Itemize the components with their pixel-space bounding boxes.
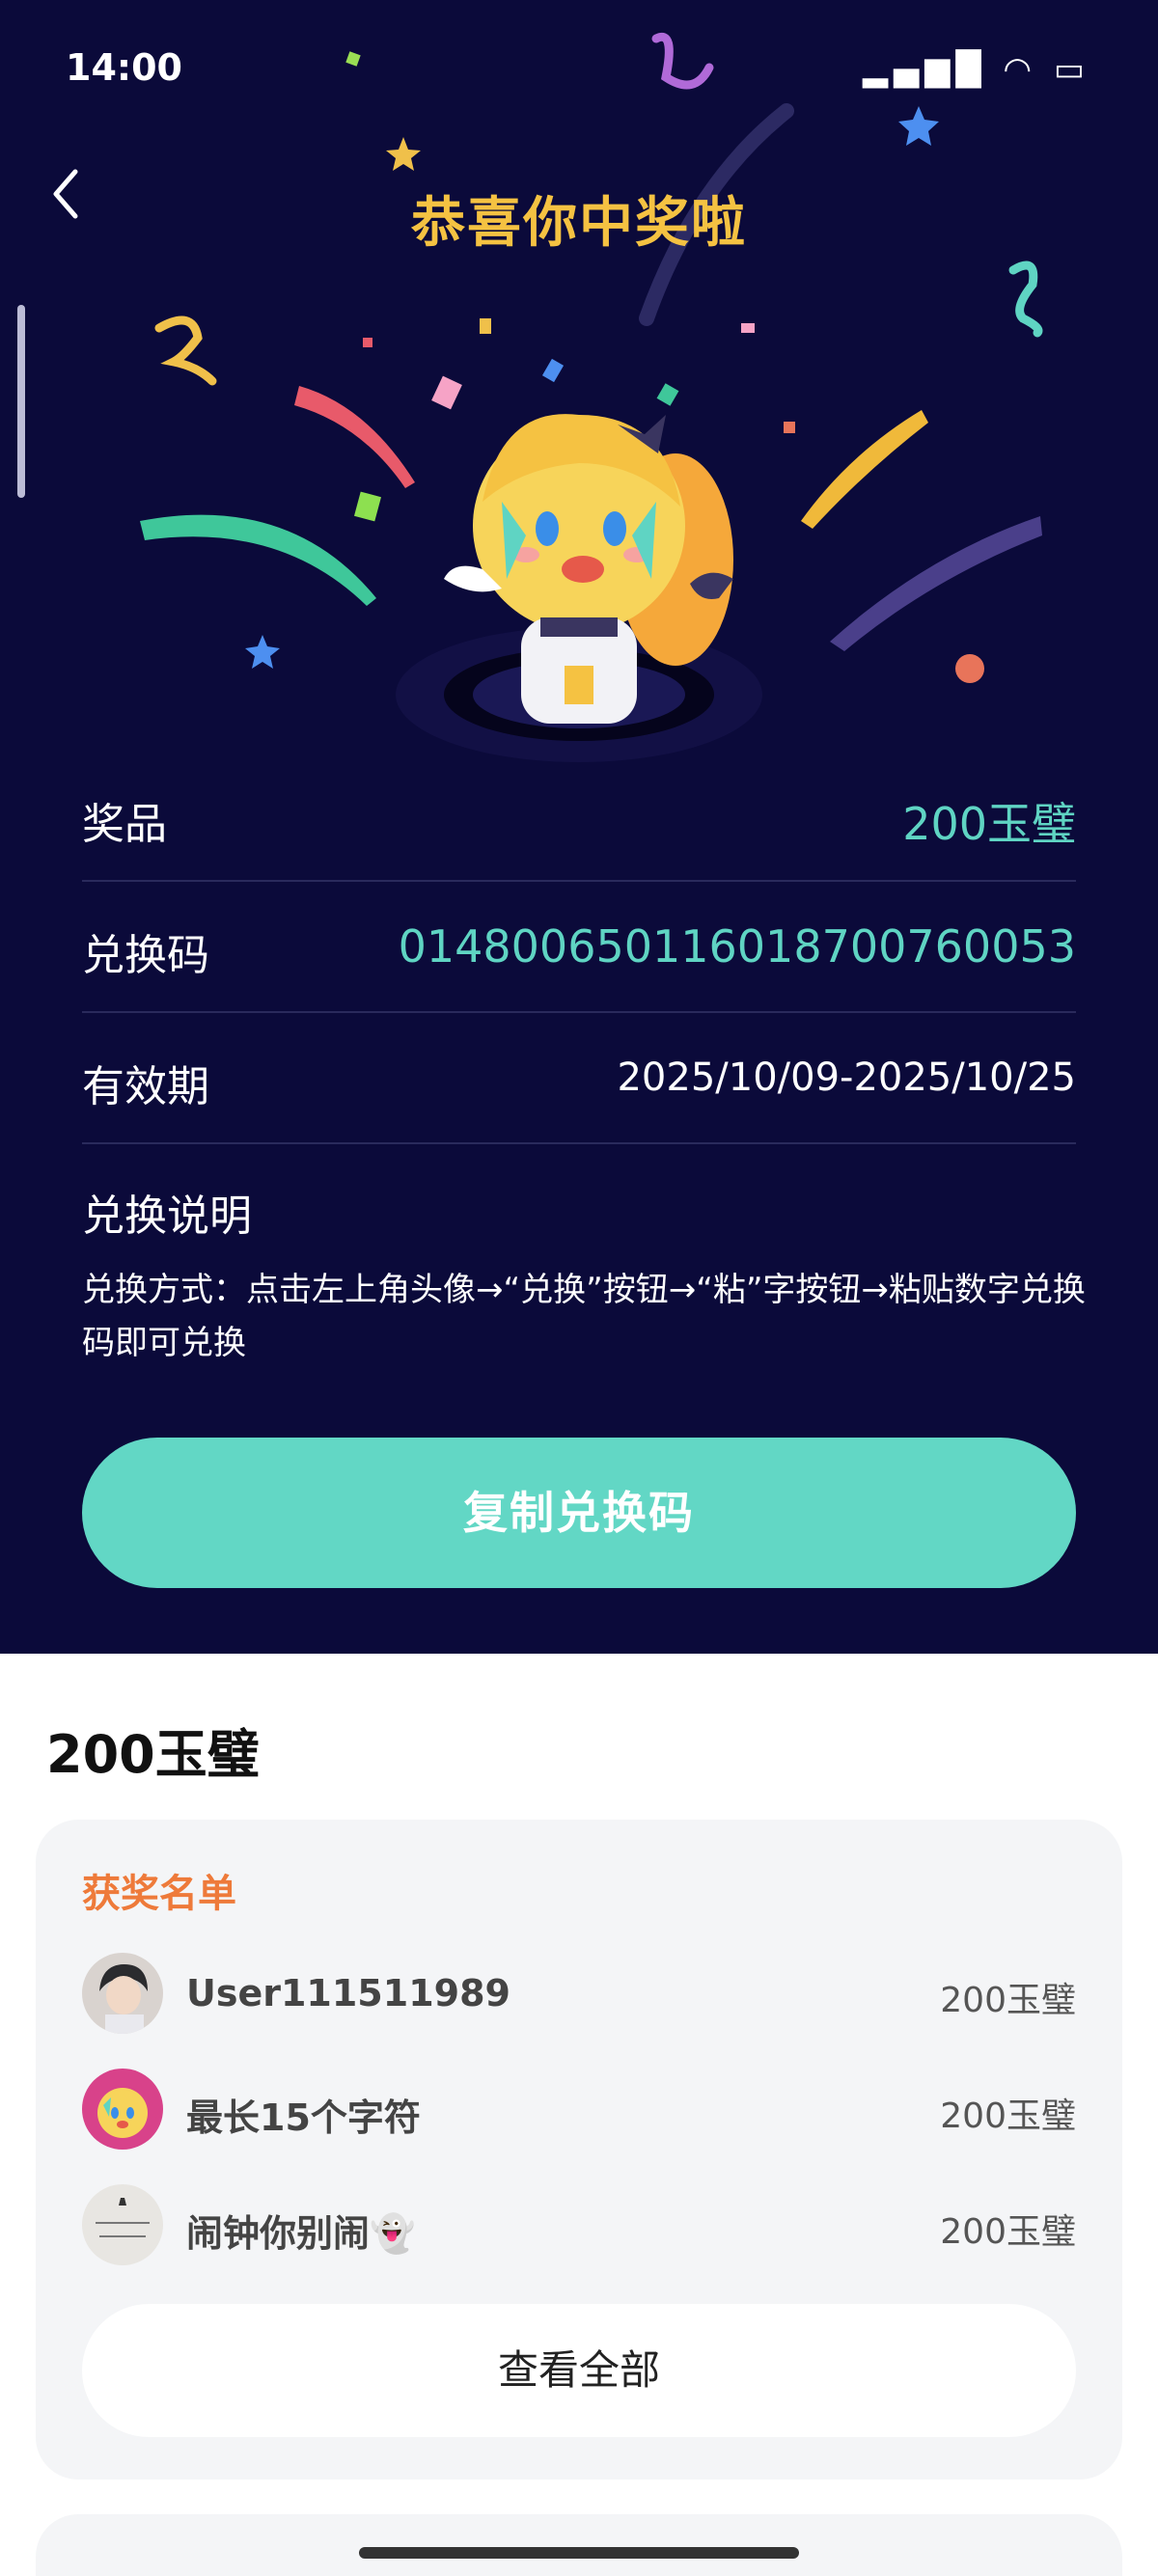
user-avatar-icon xyxy=(82,2069,163,2150)
user-avatar-icon xyxy=(82,1953,163,2034)
page-title: 恭喜你中奖啦 xyxy=(411,192,747,255)
winner-row[interactable]: 最长15个字符 200玉璧 xyxy=(82,2069,1076,2155)
status-icons: ▂▄▆█ ◠ ▭ xyxy=(863,50,1090,89)
hero-section: 14:00 ▂▄▆█ ◠ ▭ 恭喜你中奖啦 奖品 200玉璧 兑换码 01480… xyxy=(0,0,1158,1654)
winner-prize: 200玉璧 xyxy=(940,1981,1076,2020)
code-label: 兑换码 xyxy=(82,931,209,980)
validity-value: 2025/10/09-2025/10/25 xyxy=(617,1055,1076,1100)
prize-label: 奖品 xyxy=(82,800,167,849)
code-value[interactable]: 014800650116018700760053 xyxy=(399,920,1076,973)
prize-value: 200玉璧 xyxy=(902,798,1076,850)
view-all-button[interactable]: 查看全部 xyxy=(82,2304,1076,2437)
winner-prize: 200玉璧 xyxy=(940,2096,1076,2136)
status-time: 14:00 xyxy=(66,46,182,89)
winner-name: User111511989 xyxy=(186,1972,510,2014)
avatar xyxy=(82,1953,163,2034)
next-card xyxy=(36,2514,1122,2576)
winner-prize: 200玉璧 xyxy=(940,2212,1076,2252)
home-indicator[interactable] xyxy=(359,2547,799,2559)
instructions-title: 兑换说明 xyxy=(82,1192,252,1241)
status-bar: 14:00 ▂▄▆█ ◠ ▭ xyxy=(0,39,1158,96)
code-row: 兑换码 014800650116018700760053 xyxy=(82,882,1076,1013)
winners-card: 获奖名单 User111511989 200玉璧 最长15个字符 200玉璧 闹… xyxy=(36,1820,1122,2480)
winner-name: 最长15个字符 xyxy=(186,2096,421,2139)
validity-label: 有效期 xyxy=(82,1062,209,1111)
copy-code-button[interactable]: 复制兑换码 xyxy=(82,1438,1076,1588)
winner-row[interactable]: 闹钟你别闹👻 200玉璧 xyxy=(82,2184,1076,2271)
winner-row[interactable]: User111511989 200玉璧 xyxy=(82,1953,1076,2040)
validity-row: 有效期 2025/10/09-2025/10/25 xyxy=(82,1013,1076,1144)
avatar xyxy=(82,2069,163,2150)
celebration-illustration xyxy=(140,32,1043,762)
instructions-text: 兑换方式：点击左上角头像→“兑换”按钮→“粘”字按钮→粘贴数字兑换码即可兑换 xyxy=(82,1271,1086,1362)
winner-name: 闹钟你别闹👻 xyxy=(186,2212,416,2255)
prize-row: 奖品 200玉璧 xyxy=(82,751,1076,882)
avatar xyxy=(82,2184,163,2265)
winners-title: 获奖名单 xyxy=(82,1872,236,1916)
scrollbar-thumb[interactable] xyxy=(17,305,25,498)
user-avatar-icon xyxy=(82,2184,163,2265)
prize-heading: 200玉璧 xyxy=(46,1724,260,1785)
